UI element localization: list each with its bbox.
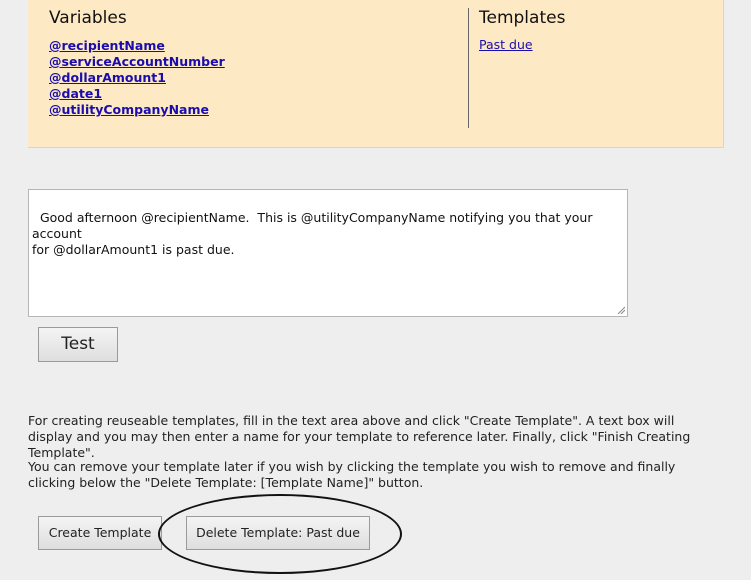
variable-item: @date1: [49, 85, 225, 101]
variable-link-dollarAmount1[interactable]: @dollarAmount1: [49, 70, 166, 85]
template-link-past-due[interactable]: Past due: [479, 37, 533, 53]
message-textarea[interactable]: Good afternoon @recipientName. This is @…: [28, 189, 628, 317]
variable-item: @utilityCompanyName: [49, 101, 225, 117]
variable-link-recipientName[interactable]: @recipientName: [49, 38, 165, 53]
delete-template-button[interactable]: Delete Template: Past due: [186, 516, 370, 550]
variable-link-serviceAccountNumber[interactable]: @serviceAccountNumber: [49, 54, 225, 69]
variable-item: @serviceAccountNumber: [49, 53, 225, 69]
variables-heading: Variables: [49, 8, 127, 28]
variable-item: @recipientName: [49, 37, 225, 53]
variable-link-utilityCompanyName[interactable]: @utilityCompanyName: [49, 102, 209, 117]
create-template-button[interactable]: Create Template: [38, 516, 162, 550]
resize-handle-icon[interactable]: [617, 306, 625, 314]
message-text: Good afternoon @recipientName. This is @…: [32, 210, 593, 257]
variables-list: @recipientName @serviceAccountNumber @do…: [49, 37, 225, 117]
variables-templates-panel: Variables @recipientName @serviceAccount…: [28, 0, 724, 148]
variable-item: @dollarAmount1: [49, 69, 225, 85]
variable-link-date1[interactable]: @date1: [49, 86, 102, 101]
delete-template-help-text: You can remove your template later if yo…: [28, 459, 676, 490]
panel-divider: [468, 8, 469, 128]
test-button[interactable]: Test: [38, 327, 118, 362]
create-template-help-text: For creating reuseable templates, fill i…: [28, 413, 691, 460]
templates-heading: Templates: [479, 8, 566, 28]
